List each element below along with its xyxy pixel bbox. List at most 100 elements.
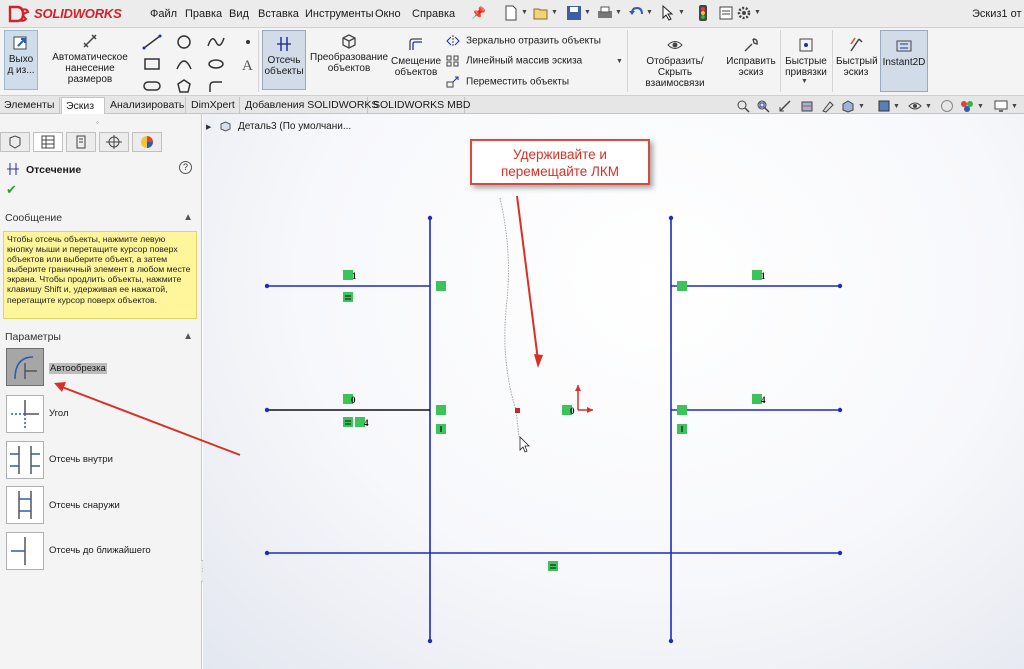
power-trim-button[interactable]: [6, 348, 44, 386]
show-relations-button[interactable]: Отобразить/Скрыть взаимосвязи: [632, 36, 718, 89]
line-tool-icon[interactable]: [142, 34, 162, 50]
menu-view[interactable]: Вид: [229, 8, 249, 20]
menu-window[interactable]: Окно: [375, 8, 401, 20]
zoom-to-fit-icon[interactable]: [736, 99, 750, 113]
tab-features[interactable]: Элементы: [0, 97, 60, 114]
section-view-icon[interactable]: [800, 99, 814, 113]
trim-entities-button[interactable]: Отсечь объекты: [262, 30, 306, 90]
trim-outside-button[interactable]: [6, 486, 44, 524]
help-icon[interactable]: ?: [179, 161, 192, 174]
corner-label[interactable]: Угол: [49, 408, 68, 419]
ellipse-tool-icon[interactable]: [206, 56, 226, 72]
exit-sketch-button[interactable]: Выхо д из...: [4, 30, 38, 90]
edit-appearance-icon[interactable]: [940, 99, 954, 113]
view-orientation-icon[interactable]: [841, 99, 855, 113]
menu-edit[interactable]: Правка: [185, 8, 222, 20]
point-tool-icon[interactable]: [238, 34, 258, 50]
trim-inside-label[interactable]: Отсечь внутри: [49, 454, 113, 465]
print-icon[interactable]: [597, 5, 613, 21]
display-style-icon[interactable]: [877, 99, 891, 113]
options-icon[interactable]: [736, 5, 752, 21]
options-section-header[interactable]: Параметры ▲: [0, 328, 201, 346]
hide-show-dropdown-icon[interactable]: ▼: [925, 103, 932, 110]
instant2d-button[interactable]: Instant2D: [880, 30, 928, 92]
convert-entities-button[interactable]: Преобразование объектов: [310, 32, 388, 88]
tab-feature-manager[interactable]: [0, 132, 30, 152]
smart-dimension-icon: [83, 34, 97, 48]
tab-evaluate[interactable]: Анализировать: [106, 97, 186, 114]
undo-icon[interactable]: [628, 5, 644, 21]
circle-tool-icon[interactable]: [174, 34, 194, 50]
power-trim-label[interactable]: Автообрезка: [49, 363, 107, 374]
select-dropdown-icon[interactable]: ▼: [678, 9, 685, 16]
text-tool-icon[interactable]: A: [238, 56, 258, 72]
tab-display-manager[interactable]: [132, 132, 162, 152]
scene-dropdown-icon[interactable]: ▼: [977, 103, 984, 110]
expand-arrow-icon[interactable]: ▶: [206, 124, 211, 131]
tab-property-manager[interactable]: [33, 132, 63, 152]
rectangle-tool-icon[interactable]: [142, 56, 162, 72]
trim-to-closest-button[interactable]: [6, 532, 44, 570]
repair-sketch-button[interactable]: Исправить эскиз: [726, 36, 776, 88]
tab-addins[interactable]: Добавления SOLIDWORKS: [241, 97, 378, 114]
menu-file[interactable]: Файл: [150, 8, 177, 20]
smart-dimension-button[interactable]: Автоматическое нанесение размеров: [44, 32, 136, 88]
new-dropdown-icon[interactable]: ▼: [521, 9, 528, 16]
snaps-dropdown-icon[interactable]: ▼: [801, 78, 808, 85]
open-icon[interactable]: [533, 5, 549, 21]
collapse-caret-icon[interactable]: ▲: [183, 209, 193, 227]
ok-checkmark-icon[interactable]: ✔: [6, 182, 17, 198]
trim-outside-label[interactable]: Отсечь снаружи: [49, 500, 120, 511]
display-style-dropdown-icon[interactable]: ▼: [893, 103, 900, 110]
fillet-tool-icon[interactable]: [206, 78, 226, 94]
scene-icon[interactable]: [960, 99, 974, 113]
tab-configuration-manager[interactable]: [66, 132, 96, 152]
feature-tree-flyout[interactable]: ▶ Деталь3 (По умолчани...: [206, 121, 351, 132]
rapid-sketch-button[interactable]: Быстрый эскиз: [836, 36, 878, 88]
menu-tools[interactable]: Инструменты: [305, 8, 374, 20]
rebuild-icon[interactable]: [695, 5, 711, 21]
menu-insert[interactable]: Вставка: [258, 8, 299, 20]
undo-dropdown-icon[interactable]: ▼: [646, 9, 653, 16]
move-entities-button[interactable]: Переместить объекты: [446, 76, 569, 88]
print-dropdown-icon[interactable]: ▼: [615, 9, 622, 16]
tab-dimxpert[interactable]: DimXpert: [187, 97, 240, 114]
pin-icon[interactable]: 📌: [471, 6, 486, 20]
file-properties-icon[interactable]: [718, 5, 734, 21]
options-dropdown-icon[interactable]: ▼: [754, 9, 761, 16]
collapse-caret-icon[interactable]: ▲: [183, 328, 193, 346]
tab-dimxpert-manager[interactable]: [99, 132, 129, 152]
hide-show-items-icon[interactable]: [908, 99, 922, 113]
polygon-tool-icon[interactable]: [174, 78, 194, 94]
trim-inside-button[interactable]: [6, 441, 44, 479]
callout-line-1: Удерживайте и: [513, 147, 607, 162]
trim-to-closest-label[interactable]: Отсечь до ближайшего: [49, 545, 151, 556]
mirror-entities-button[interactable]: Зеркально отразить объекты: [446, 35, 601, 47]
select-icon[interactable]: [660, 5, 676, 21]
view-orientation-dropdown-icon[interactable]: ▼: [858, 103, 865, 110]
open-dropdown-icon[interactable]: ▼: [551, 9, 558, 16]
corner-button[interactable]: [6, 395, 44, 433]
graphics-area[interactable]: [203, 114, 1024, 669]
view-settings-dropdown-icon[interactable]: ▼: [1011, 103, 1018, 110]
zoom-to-area-icon[interactable]: [756, 99, 770, 113]
view-settings-icon[interactable]: [994, 99, 1008, 113]
panel-collapse-icon[interactable]: ◦: [96, 118, 99, 127]
menu-help[interactable]: Справка: [412, 8, 455, 20]
save-icon[interactable]: [566, 5, 582, 21]
dynamic-annotation-icon[interactable]: [821, 99, 835, 113]
save-dropdown-icon[interactable]: ▼: [584, 9, 591, 16]
solidworks-logo[interactable]: SOLIDWORKS: [8, 5, 132, 23]
spline-tool-icon[interactable]: [206, 34, 226, 50]
message-section-header[interactable]: Сообщение ▲: [0, 209, 201, 227]
previous-view-icon[interactable]: [778, 99, 792, 113]
new-icon[interactable]: [503, 5, 519, 21]
offset-entities-button[interactable]: Смещение объектов: [391, 36, 441, 88]
linear-pattern-button[interactable]: Линейный массив эскиза: [446, 55, 582, 67]
message-box: Чтобы отсечь объекты, нажмите левую кноп…: [3, 231, 197, 319]
slot-tool-icon[interactable]: [142, 78, 162, 94]
tab-sketch[interactable]: Эскиз: [61, 97, 105, 114]
pattern-dropdown-icon[interactable]: ▼: [616, 58, 623, 65]
tab-mbd[interactable]: SOLIDWORKS MBD: [369, 97, 470, 114]
arc-tool-icon[interactable]: [174, 56, 194, 72]
